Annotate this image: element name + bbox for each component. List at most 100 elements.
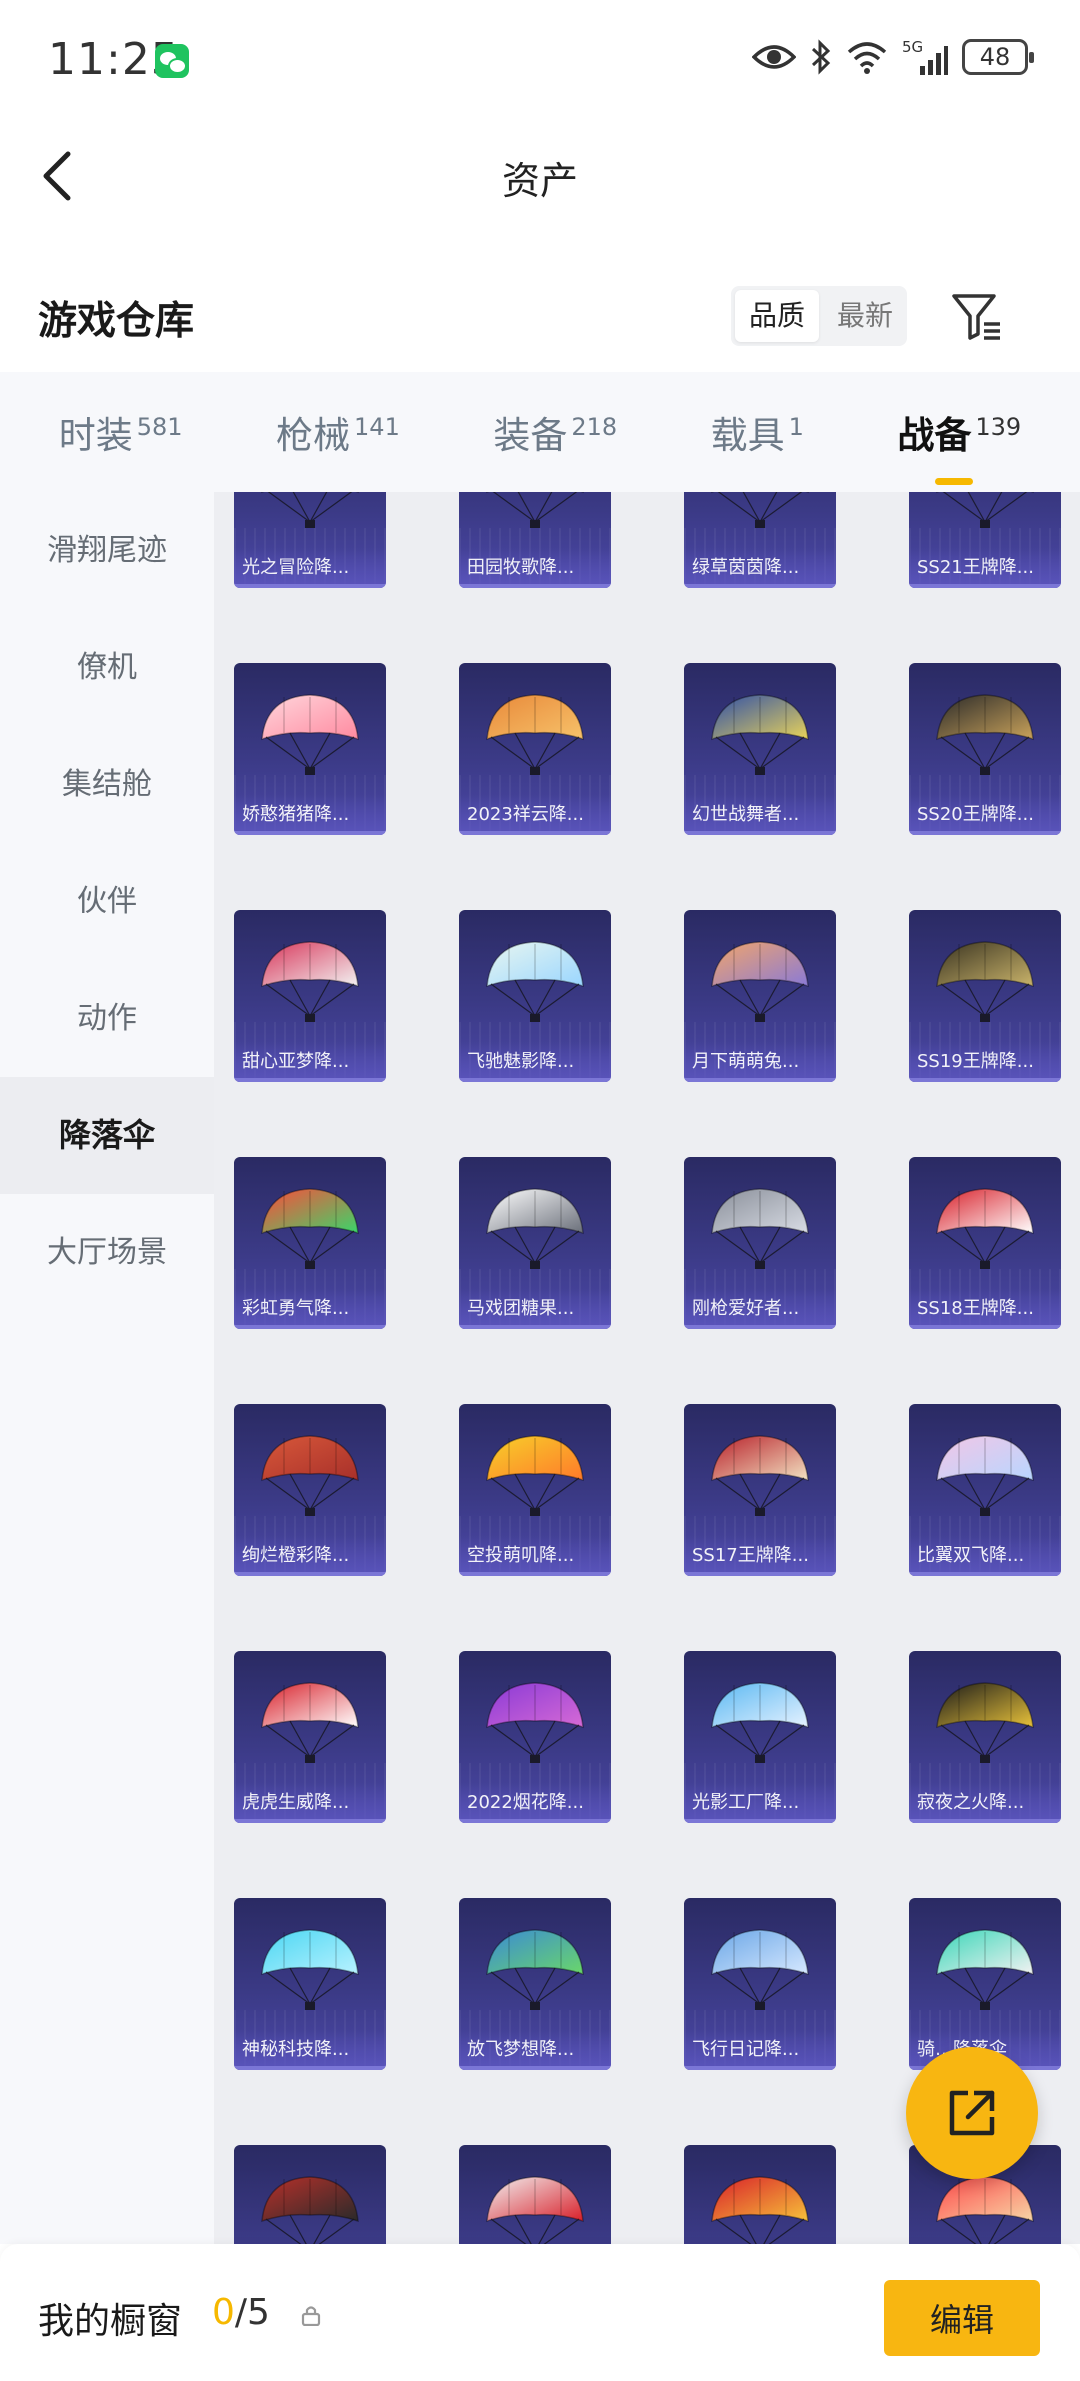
parachute-card[interactable]: 娇憨猪猪降...: [234, 663, 386, 835]
parachute-card[interactable]: 2022烟花降...: [459, 1651, 611, 1823]
filter-icon: [952, 294, 1000, 340]
parachute-card-label: 虎虎生威降...: [234, 1783, 386, 1823]
item-grid: 光之冒险降... 田园牧歌降... 绿草茵茵降... SS21王牌降... 娇憨猪猪降.…: [214, 492, 1080, 2244]
parachute-card[interactable]: 甜心亚梦降...: [234, 910, 386, 1082]
parachute-card[interactable]: SS20王牌降...: [909, 663, 1061, 835]
card-quality-bar: [684, 831, 836, 835]
sidebar-item-lobby-scene[interactable]: 大厅场景: [0, 1194, 214, 1311]
sort-option-newest[interactable]: 最新: [823, 286, 907, 346]
card-quality-bar: [234, 1325, 386, 1329]
parachute-card[interactable]: 光之冒险降...: [234, 492, 386, 588]
parachute-icon: [711, 1682, 809, 1763]
card-quality-bar: [234, 1572, 386, 1576]
parachute-card[interactable]: 寂夜之火降...: [909, 1651, 1061, 1823]
share-button[interactable]: [906, 2047, 1038, 2179]
card-quality-bar: [234, 584, 386, 588]
card-quality-bar: [234, 1819, 386, 1823]
tab-equipment[interactable]: 装备 218: [487, 405, 623, 459]
tab-combat-gear[interactable]: 战备 139: [891, 405, 1027, 485]
page-title: 资产: [501, 159, 578, 203]
parachute-icon: [936, 2176, 1034, 2244]
parachute-card[interactable]: 幻世战舞者...: [684, 663, 836, 835]
parachute-icon: [261, 492, 359, 528]
parachute-card-label: 娇憨猪猪降...: [234, 795, 386, 835]
parachute-card[interactable]: 比翼双飞降...: [909, 1404, 1061, 1576]
parachute-card[interactable]: 田园牧歌降...: [459, 492, 611, 588]
showcase-count: 0/5: [212, 2292, 270, 2333]
card-quality-bar: [909, 831, 1061, 835]
parachute-card[interactable]: 虎虎生威降...: [234, 1651, 386, 1823]
tab-count: 581: [136, 412, 183, 441]
parachute-card-label: 飞驰魅影降...: [459, 1042, 611, 1082]
svg-text:5G: 5G: [902, 38, 923, 56]
sidebar-item-wingman[interactable]: 僚机: [0, 609, 214, 726]
parachute-card[interactable]: 光影工厂降...: [684, 1651, 836, 1823]
parachute-card-label: 田园牧歌降...: [459, 548, 611, 588]
wechat-notification-icon: [155, 44, 189, 78]
parachute-card[interactable]: 空投萌叽降...: [459, 1404, 611, 1576]
parachute-card[interactable]: 骑…降落伞: [909, 1898, 1061, 2070]
parachute-card[interactable]: 马戏团糖果...: [459, 1157, 611, 1329]
bluetooth-icon: [811, 39, 831, 75]
parachute-card[interactable]: 绚烂橙彩降...: [234, 1404, 386, 1576]
sort-option-quality[interactable]: 品质: [735, 290, 819, 342]
edit-button[interactable]: 编辑: [884, 2280, 1040, 2356]
parachute-icon: [261, 694, 359, 775]
parachute-card[interactable]: SS17王牌降...: [684, 1404, 836, 1576]
parachute-card[interactable]: 彩虹勇气降...: [234, 1157, 386, 1329]
card-quality-bar: [459, 1078, 611, 1082]
parachute-card-label: 甜心亚梦降...: [234, 1042, 386, 1082]
card-quality-bar: [909, 1078, 1061, 1082]
parachute-card[interactable]: [459, 2145, 611, 2244]
filter-button[interactable]: [948, 286, 1006, 344]
parachute-icon: [261, 1435, 359, 1516]
parachute-icon: [936, 1188, 1034, 1269]
card-quality-bar: [909, 584, 1061, 588]
parachute-card-label: 月下萌萌兔...: [684, 1042, 836, 1082]
parachute-icon: [486, 1435, 584, 1516]
parachute-card-label: 空投萌叽降...: [459, 1536, 611, 1576]
parachute-icon: [261, 1929, 359, 2010]
sidebar-item-emote[interactable]: 动作: [0, 960, 214, 1077]
parachute-card[interactable]: 2023祥云降...: [459, 663, 611, 835]
parachute-card[interactable]: SS18王牌降...: [909, 1157, 1061, 1329]
parachute-icon: [936, 941, 1034, 1022]
parachute-card[interactable]: 月下萌萌兔...: [684, 910, 836, 1082]
card-quality-bar: [459, 584, 611, 588]
card-quality-bar: [234, 2066, 386, 2070]
parachute-card[interactable]: SS21王牌降...: [909, 492, 1061, 588]
lock-icon: [301, 2306, 321, 2326]
tab-count: 1: [788, 412, 804, 441]
tab-count: 141: [354, 412, 400, 441]
parachute-card[interactable]: 刚枪爱好者...: [684, 1157, 836, 1329]
parachute-card-label: 绿草茵茵降...: [684, 548, 836, 588]
parachute-card-label: 放飞梦想降...: [459, 2030, 611, 2070]
parachute-icon: [486, 2176, 584, 2244]
sidebar-item-parachute[interactable]: 降落伞: [0, 1077, 214, 1194]
parachute-card-label: 飞行日记降...: [684, 2030, 836, 2070]
category-tabs: 时装 581 枪械 141 装备 218 载具 1 战备 139: [0, 372, 1080, 492]
tab-weapons[interactable]: 枪械 141: [270, 405, 406, 459]
tab-label: 时装: [58, 414, 133, 457]
card-quality-bar: [909, 1819, 1061, 1823]
tab-vehicles[interactable]: 载具 1: [705, 405, 810, 459]
parachute-card[interactable]: 飞行日记降...: [684, 1898, 836, 2070]
parachute-card[interactable]: [684, 2145, 836, 2244]
parachute-icon: [936, 1929, 1034, 2010]
parachute-card[interactable]: [234, 2145, 386, 2244]
parachute-card[interactable]: 飞驰魅影降...: [459, 910, 611, 1082]
parachute-icon: [486, 694, 584, 775]
sidebar-item-assembly-pod[interactable]: 集结舱: [0, 726, 214, 843]
sidebar-item-companion[interactable]: 伙伴: [0, 843, 214, 960]
parachute-card[interactable]: 放飞梦想降...: [459, 1898, 611, 2070]
sidebar-item-glide-trail[interactable]: 滑翔尾迹: [0, 492, 214, 609]
parachute-icon: [711, 1435, 809, 1516]
parachute-card[interactable]: 绿草茵茵降...: [684, 492, 836, 588]
card-quality-bar: [684, 1572, 836, 1576]
parachute-card[interactable]: SS19王牌降...: [909, 910, 1061, 1082]
parachute-card[interactable]: 神秘科技降...: [234, 1898, 386, 2070]
tab-fashion[interactable]: 时装 581: [53, 405, 189, 459]
parachute-icon: [936, 1682, 1034, 1763]
tab-label: 装备: [493, 414, 568, 457]
parachute-icon: [711, 694, 809, 775]
